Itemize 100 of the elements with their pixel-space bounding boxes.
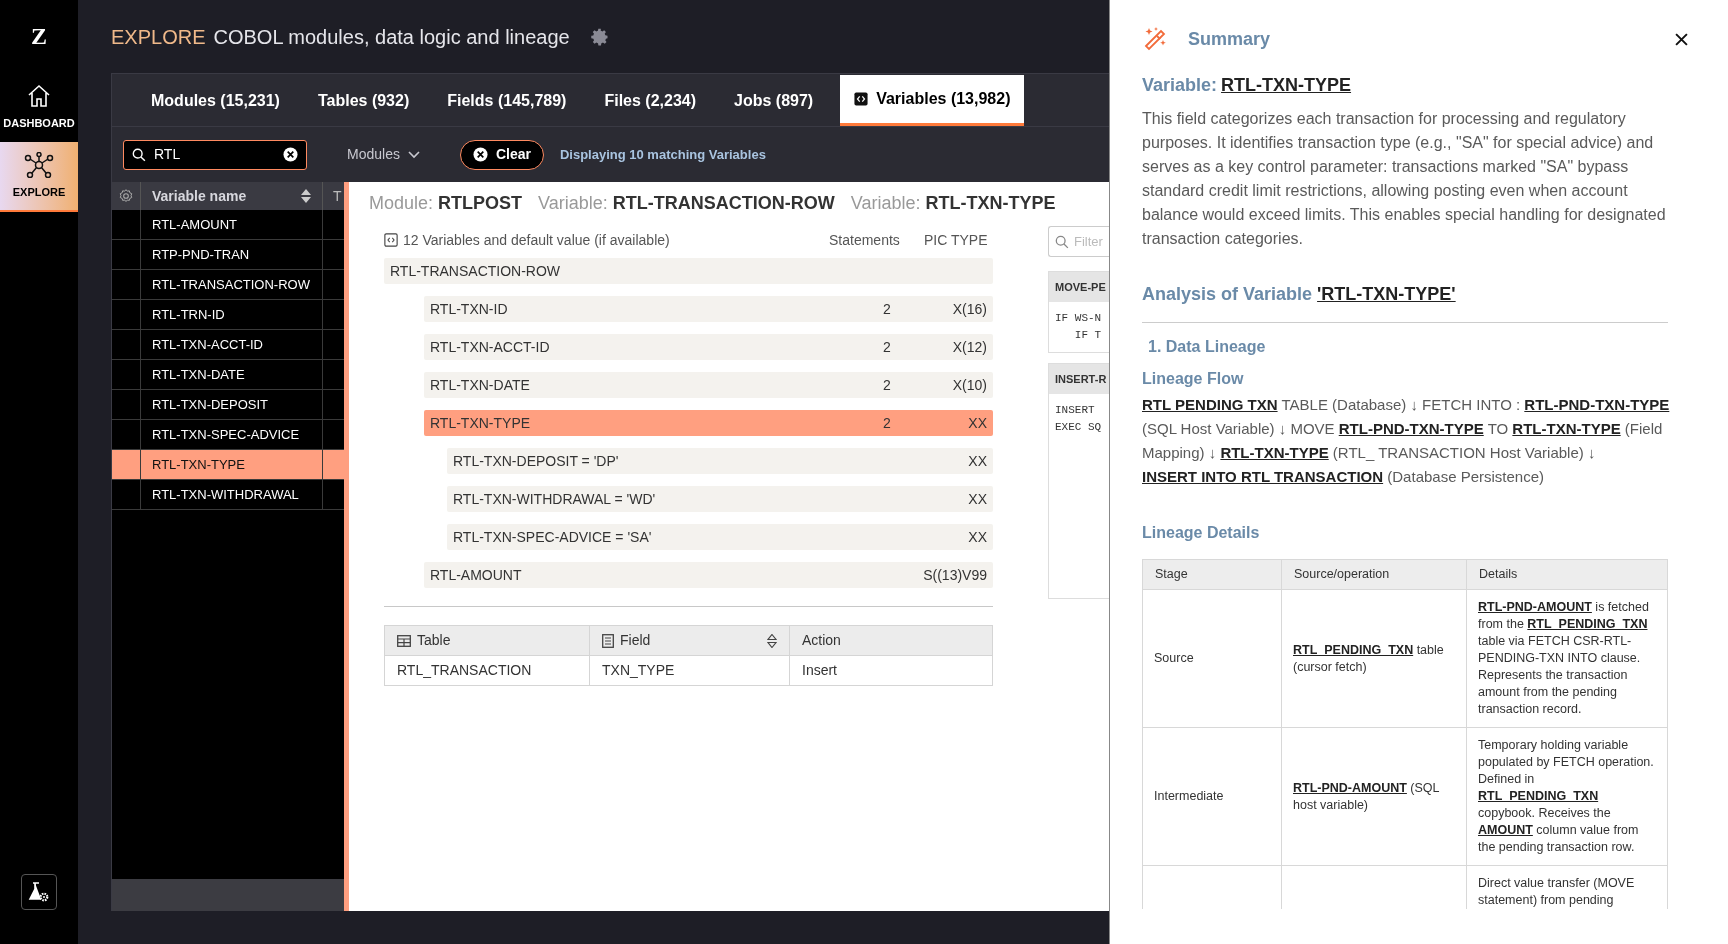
- clear-input-icon[interactable]: [283, 147, 298, 162]
- link[interactable]: RTL PENDING TXN: [1142, 396, 1278, 413]
- breadcrumb-link[interactable]: Variable: RTL-TXN-TYPE: [850, 189, 1056, 217]
- column-header: T: [332, 186, 342, 206]
- table-cell-text: RTL-PND-AMOUNT is fetched from the RTL_PENDING_TXN table via FETCH CSR-RTL-PENDING-TXN INTO clause. Represents the transaction amount from the pending transaction record.: [1478, 599, 1650, 718]
- list-row[interactable]: RTL-TXN-WITHDRAWAL: [112, 480, 344, 510]
- variable-row[interactable]: RTL-AMOUNT S((13)V99: [424, 562, 993, 588]
- chevron-down-icon: [407, 150, 420, 159]
- column-header: Action: [789, 625, 993, 656]
- table-cell-text: Direct value transfer (MOVE statement) from pending: [1478, 875, 1636, 909]
- search-field[interactable]: RTL: [123, 139, 307, 170]
- code-line: INSERT: [1055, 403, 1095, 418]
- lineage-flow-text: RTL PENDING TXN TABLE (Database) ↓ FETCH INTO : RTL-PND-TXN-TYPE (SQL Host Variable) ↓ MOVE RTL-PND-TXN-TYPE TO RTL-TXN-TYPE (Field Mapping) ↓ RTL-TXN-TYPE (RTL_ TRANSACTION Host Variable) ↓ INSERT INTO RTL TRANSACTION (Database Persistence): [1142, 395, 1671, 487]
- list-row[interactable]: RTL-TRN-ID: [112, 300, 344, 330]
- breadcrumb-link[interactable]: Variable: RTL-TRANSACTION-ROW: [538, 189, 835, 217]
- tab[interactable]: Variables (13,982): [840, 75, 1025, 126]
- section-heading: 1. Data Lineage: [1148, 337, 1267, 357]
- column-header: Stage: [1142, 559, 1282, 590]
- list-row[interactable]: RTL-TXN-DATE: [112, 360, 344, 390]
- magic-wand-icon: [1142, 26, 1168, 52]
- nav-item[interactable]: EXPLORE: [0, 142, 78, 212]
- table-cell-text: Intermediate: [1154, 788, 1225, 805]
- variable-row[interactable]: RTL-TRANSACTION-ROW: [384, 258, 993, 284]
- variables-heading: 12 Variables and default value (if available): [403, 230, 670, 250]
- table-cell-text: RTL-PND-AMOUNT (SQL host variable): [1293, 779, 1441, 814]
- app-logo[interactable]: Z: [31, 0, 47, 72]
- link[interactable]: RTL_PENDING_TXN: [1293, 642, 1414, 657]
- search-icon: [1055, 234, 1069, 249]
- column-header: Details: [1466, 559, 1668, 590]
- tab[interactable]: Modules (15,231): [137, 75, 294, 126]
- nav-item[interactable]: DASHBOARD: [0, 72, 78, 142]
- list-row[interactable]: RTP-PND-TRAN: [112, 240, 344, 270]
- list-row[interactable]: RTL-AMOUNT: [112, 210, 344, 240]
- variable-label: Variable:: [1142, 74, 1218, 97]
- link[interactable]: AMOUNT: [1478, 823, 1533, 837]
- code-icon: [854, 92, 869, 106]
- column-header: Statements: [829, 230, 901, 250]
- variable-row[interactable]: RTL-TXN-DATE 2 X(10): [424, 372, 993, 398]
- link[interactable]: RTL-TXN-TYPE: [1220, 444, 1329, 461]
- column-header[interactable]: Field: [589, 625, 790, 656]
- link[interactable]: RTL-PND-TXN-TYPE: [1338, 420, 1484, 437]
- tab[interactable]: Fields (145,789): [433, 75, 581, 126]
- close-icon[interactable]: [1675, 32, 1688, 46]
- variable-row[interactable]: RTL-TXN-ACCT-ID 2 X(12): [424, 334, 993, 360]
- column-header[interactable]: Variable name: [141, 182, 323, 210]
- code-icon: [384, 233, 398, 247]
- subsection-heading: Lineage Details: [1142, 523, 1261, 543]
- variable-row[interactable]: RTL-TXN-WITHDRAWAL = 'WD' XX: [447, 486, 993, 512]
- link[interactable]: RTL_PENDING_TXN: [1527, 617, 1648, 631]
- flask-gear-icon: [28, 882, 50, 902]
- page-prefix: EXPLORE: [111, 24, 206, 50]
- variable-row[interactable]: RTL-TXN-DEPOSIT = 'DP' XX: [447, 448, 993, 474]
- result-count: Displaying 10 matching Variables: [559, 145, 766, 164]
- code-line: IF WS-N: [1055, 311, 1102, 326]
- variable-link[interactable]: RTL-TXN-TYPE: [1221, 72, 1352, 99]
- panel-title: Summary: [1188, 27, 1271, 51]
- list-row[interactable]: RTL-TXN-DEPOSIT: [112, 390, 344, 420]
- card-title[interactable]: MOVE-PE: [1049, 272, 1110, 302]
- breadcrumb-link[interactable]: Module: RTLPOST: [369, 189, 523, 217]
- variable-link[interactable]: 'RTL-TXN-TYPE': [1317, 281, 1456, 308]
- variable-row[interactable]: RTL-TXN-SPEC-ADVICE = 'SA' XX: [447, 524, 993, 550]
- table-cell: TXN_TYPE: [589, 655, 790, 686]
- home-icon: [26, 82, 52, 109]
- lab-settings-button[interactable]: [21, 874, 57, 910]
- list-row[interactable]: RTL-TXN-TYPE: [112, 450, 344, 480]
- settings-icon[interactable]: [118, 188, 134, 204]
- variable-row[interactable]: RTL-TXN-TYPE 2 XX: [424, 410, 993, 436]
- tab[interactable]: Files (2,234): [590, 75, 710, 126]
- code-line: IF T: [1073, 328, 1102, 343]
- description-text: This field categorizes each transaction for processing and regulatory purposes. It identifies transaction type (e.g., "SA" for special advice) and serves as a key control parameter: transactions marked "SA" bypass standard credit limit restrictions, allowing posting even when account balance would exceed limits. This enables special handling for designated transaction categories.: [1142, 109, 1667, 249]
- column-header: Source/operation: [1281, 559, 1467, 590]
- list-row[interactable]: RTL-TXN-ACCT-ID: [112, 330, 344, 360]
- tab[interactable]: Jobs (897): [720, 75, 828, 126]
- table-cell-text: Temporary holding variable populated by FETCH operation. Defined in RTL_PENDING_TXN copybook. Receives the AMOUNT column value from the pending transaction row.: [1478, 737, 1655, 856]
- table-cell-text: RTL_PENDING_TXN table (cursor fetch): [1293, 641, 1445, 676]
- table-cell: RTL_TRANSACTION: [384, 655, 590, 686]
- code-line: EXEC SQ: [1055, 420, 1102, 435]
- sort-icon[interactable]: [767, 633, 777, 648]
- page-title: COBOL modules, data logic and lineage: [213, 24, 570, 50]
- link[interactable]: RTL-TXN-TYPE: [1512, 420, 1621, 437]
- tab[interactable]: Tables (932): [303, 75, 424, 126]
- network-icon: [24, 151, 54, 178]
- clear-icon: [472, 147, 488, 162]
- link[interactable]: RTL-PND-TXN-TYPE: [1524, 396, 1670, 413]
- list-row[interactable]: RTL-TRANSACTION-ROW: [112, 270, 344, 300]
- variable-row[interactable]: RTL-TXN-ID 2 X(16): [424, 296, 993, 322]
- table-cell-text: Source: [1154, 650, 1195, 667]
- subsection-heading: Lineage Flow: [1142, 369, 1245, 389]
- column-header: Table: [384, 625, 590, 656]
- link[interactable]: RTL-PND-AMOUNT: [1293, 780, 1407, 795]
- settings-icon[interactable]: [589, 26, 610, 47]
- link[interactable]: RTL_PENDING_TXN: [1478, 789, 1599, 803]
- link[interactable]: RTL-PND-AMOUNT: [1478, 600, 1592, 614]
- table-cell: Insert: [789, 655, 993, 686]
- card-title[interactable]: INSERT-R: [1049, 364, 1110, 394]
- link[interactable]: INSERT INTO RTL TRANSACTION: [1142, 468, 1384, 485]
- modules-dropdown[interactable]: Modules: [343, 144, 424, 165]
- sort-icon: [301, 189, 311, 203]
- clear-button[interactable]: Clear: [459, 139, 544, 170]
- search-icon: [132, 147, 146, 162]
